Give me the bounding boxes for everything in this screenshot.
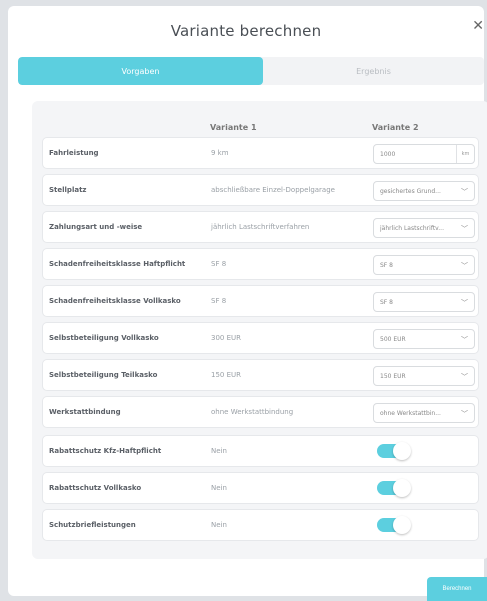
row-label: Zahlungsart und -weise	[49, 223, 143, 231]
row-rabattschutz-vollkasko: Rabattschutz Vollkasko Nein	[42, 472, 479, 504]
row-label: Schutzbriefleistungen	[49, 521, 136, 529]
row-zahlungsart: Zahlungsart und -weise jährlich Lastschr…	[42, 211, 479, 243]
variant-1-value: 300 EUR	[211, 334, 241, 342]
row-sb-vollkasko: Selbstbeteiligung Vollkasko 300 EUR 500 …	[42, 322, 479, 354]
row-label: Stellplatz	[49, 186, 87, 194]
row-sf-vollkasko: Schadenfreiheitsklasse Vollkasko SF 8 SF…	[42, 285, 479, 317]
deductible-partial-select[interactable]: 150 EUR ﹀	[373, 366, 475, 386]
row-label: Werkstattbindung	[49, 408, 121, 416]
row-label: Selbstbeteiligung Vollkasko	[49, 334, 159, 342]
variant-1-value: 150 EUR	[211, 371, 241, 379]
variant-1-value: SF 8	[211, 297, 227, 305]
mileage-input[interactable]: 1000 km	[373, 144, 475, 164]
close-icon[interactable]: ✕	[472, 18, 484, 34]
variant-1-value: ohne Werkstattbindung	[211, 408, 294, 416]
column-header-variant-2: Variante 2	[372, 123, 419, 132]
row-schutzbrief: Schutzbriefleistungen Nein	[42, 509, 479, 541]
discount-protection-comprehensive-toggle[interactable]	[377, 479, 411, 497]
deductible-comprehensive-select[interactable]: 500 EUR ﹀	[373, 329, 475, 349]
workshop-select[interactable]: ohne Werkstattbin... ﹀	[373, 403, 475, 423]
calculate-button[interactable]: Berechnen	[427, 577, 487, 601]
roadside-assistance-toggle[interactable]	[377, 516, 411, 534]
payment-select[interactable]: jährlich Lastschriftv... ﹀	[373, 218, 475, 238]
chevron-down-icon: ﹀	[461, 336, 468, 344]
variant-1-value: Nein	[211, 484, 227, 492]
variant-1-value: Nein	[211, 447, 227, 455]
toggle-knob	[393, 516, 411, 534]
comparison-panel: Variante 1 Variante 2 Fahrleistung 9 km …	[32, 101, 487, 559]
sf-comprehensive-select[interactable]: SF 8 ﹀	[373, 292, 475, 312]
dialog-title: Variante berechnen	[170, 22, 322, 40]
row-sf-haftpflicht: Schadenfreiheitsklasse Haftpflicht SF 8 …	[42, 248, 479, 280]
select-value: gesichertes Grund...	[380, 187, 441, 195]
select-value: jährlich Lastschriftv...	[380, 224, 444, 232]
chevron-down-icon: ﹀	[461, 373, 468, 381]
mileage-value: 1000	[380, 150, 396, 158]
select-value: 150 EUR	[380, 372, 406, 380]
select-value: SF 8	[380, 298, 393, 306]
row-stellplatz: Stellplatz abschließbare Einzel-Doppelga…	[42, 174, 479, 206]
row-label: Schadenfreiheitsklasse Vollkasko	[49, 297, 181, 305]
select-value: SF 8	[380, 261, 393, 269]
chevron-down-icon: ﹀	[461, 262, 468, 270]
discount-protection-liability-toggle[interactable]	[377, 442, 411, 460]
row-rabattschutz-haftpflicht: Rabattschutz Kfz-Haftpflicht Nein	[42, 435, 479, 467]
sf-liability-select[interactable]: SF 8 ﹀	[373, 255, 475, 275]
variant-1-value: Nein	[211, 521, 227, 529]
chevron-down-icon: ﹀	[461, 188, 468, 196]
row-label: Schadenfreiheitsklasse Haftpflicht	[49, 260, 186, 268]
toggle-knob	[393, 479, 411, 497]
variant-1-value: SF 8	[211, 260, 227, 268]
unit-label: km	[456, 145, 474, 163]
parking-select[interactable]: gesichertes Grund... ﹀	[373, 181, 475, 201]
calculate-variant-dialog: Variante berechnen ✕ Vorgaben Ergebnis V…	[8, 6, 487, 596]
variant-1-value: 9 km	[211, 149, 229, 157]
row-label: Rabattschutz Vollkasko	[49, 484, 142, 492]
tab-bar: Vorgaben Ergebnis	[18, 57, 484, 85]
row-sb-teilkasko: Selbstbeteiligung Teilkasko 150 EUR 150 …	[42, 359, 479, 391]
chevron-down-icon: ﹀	[461, 410, 468, 418]
row-label: Rabattschutz Kfz-Haftpflicht	[49, 447, 162, 455]
row-fahrleistung: Fahrleistung 9 km 1000 km	[42, 137, 479, 169]
tab-vorgaben[interactable]: Vorgaben	[18, 57, 263, 85]
toggle-knob	[393, 442, 411, 460]
select-value: ohne Werkstattbin...	[380, 409, 441, 417]
row-werkstattbindung: Werkstattbindung ohne Werkstattbindung o…	[42, 396, 479, 428]
tab-ergebnis[interactable]: Ergebnis	[263, 57, 484, 85]
chevron-down-icon: ﹀	[461, 225, 468, 233]
variant-1-value: abschließbare Einzel-Doppelgarage	[211, 186, 335, 194]
variant-1-value: jährlich Lastschriftverfahren	[211, 223, 310, 231]
chevron-down-icon: ﹀	[461, 299, 468, 307]
row-label: Fahrleistung	[49, 149, 99, 157]
select-value: 500 EUR	[380, 335, 406, 343]
column-header-variant-1: Variante 1	[210, 123, 257, 132]
row-label: Selbstbeteiligung Teilkasko	[49, 371, 158, 379]
